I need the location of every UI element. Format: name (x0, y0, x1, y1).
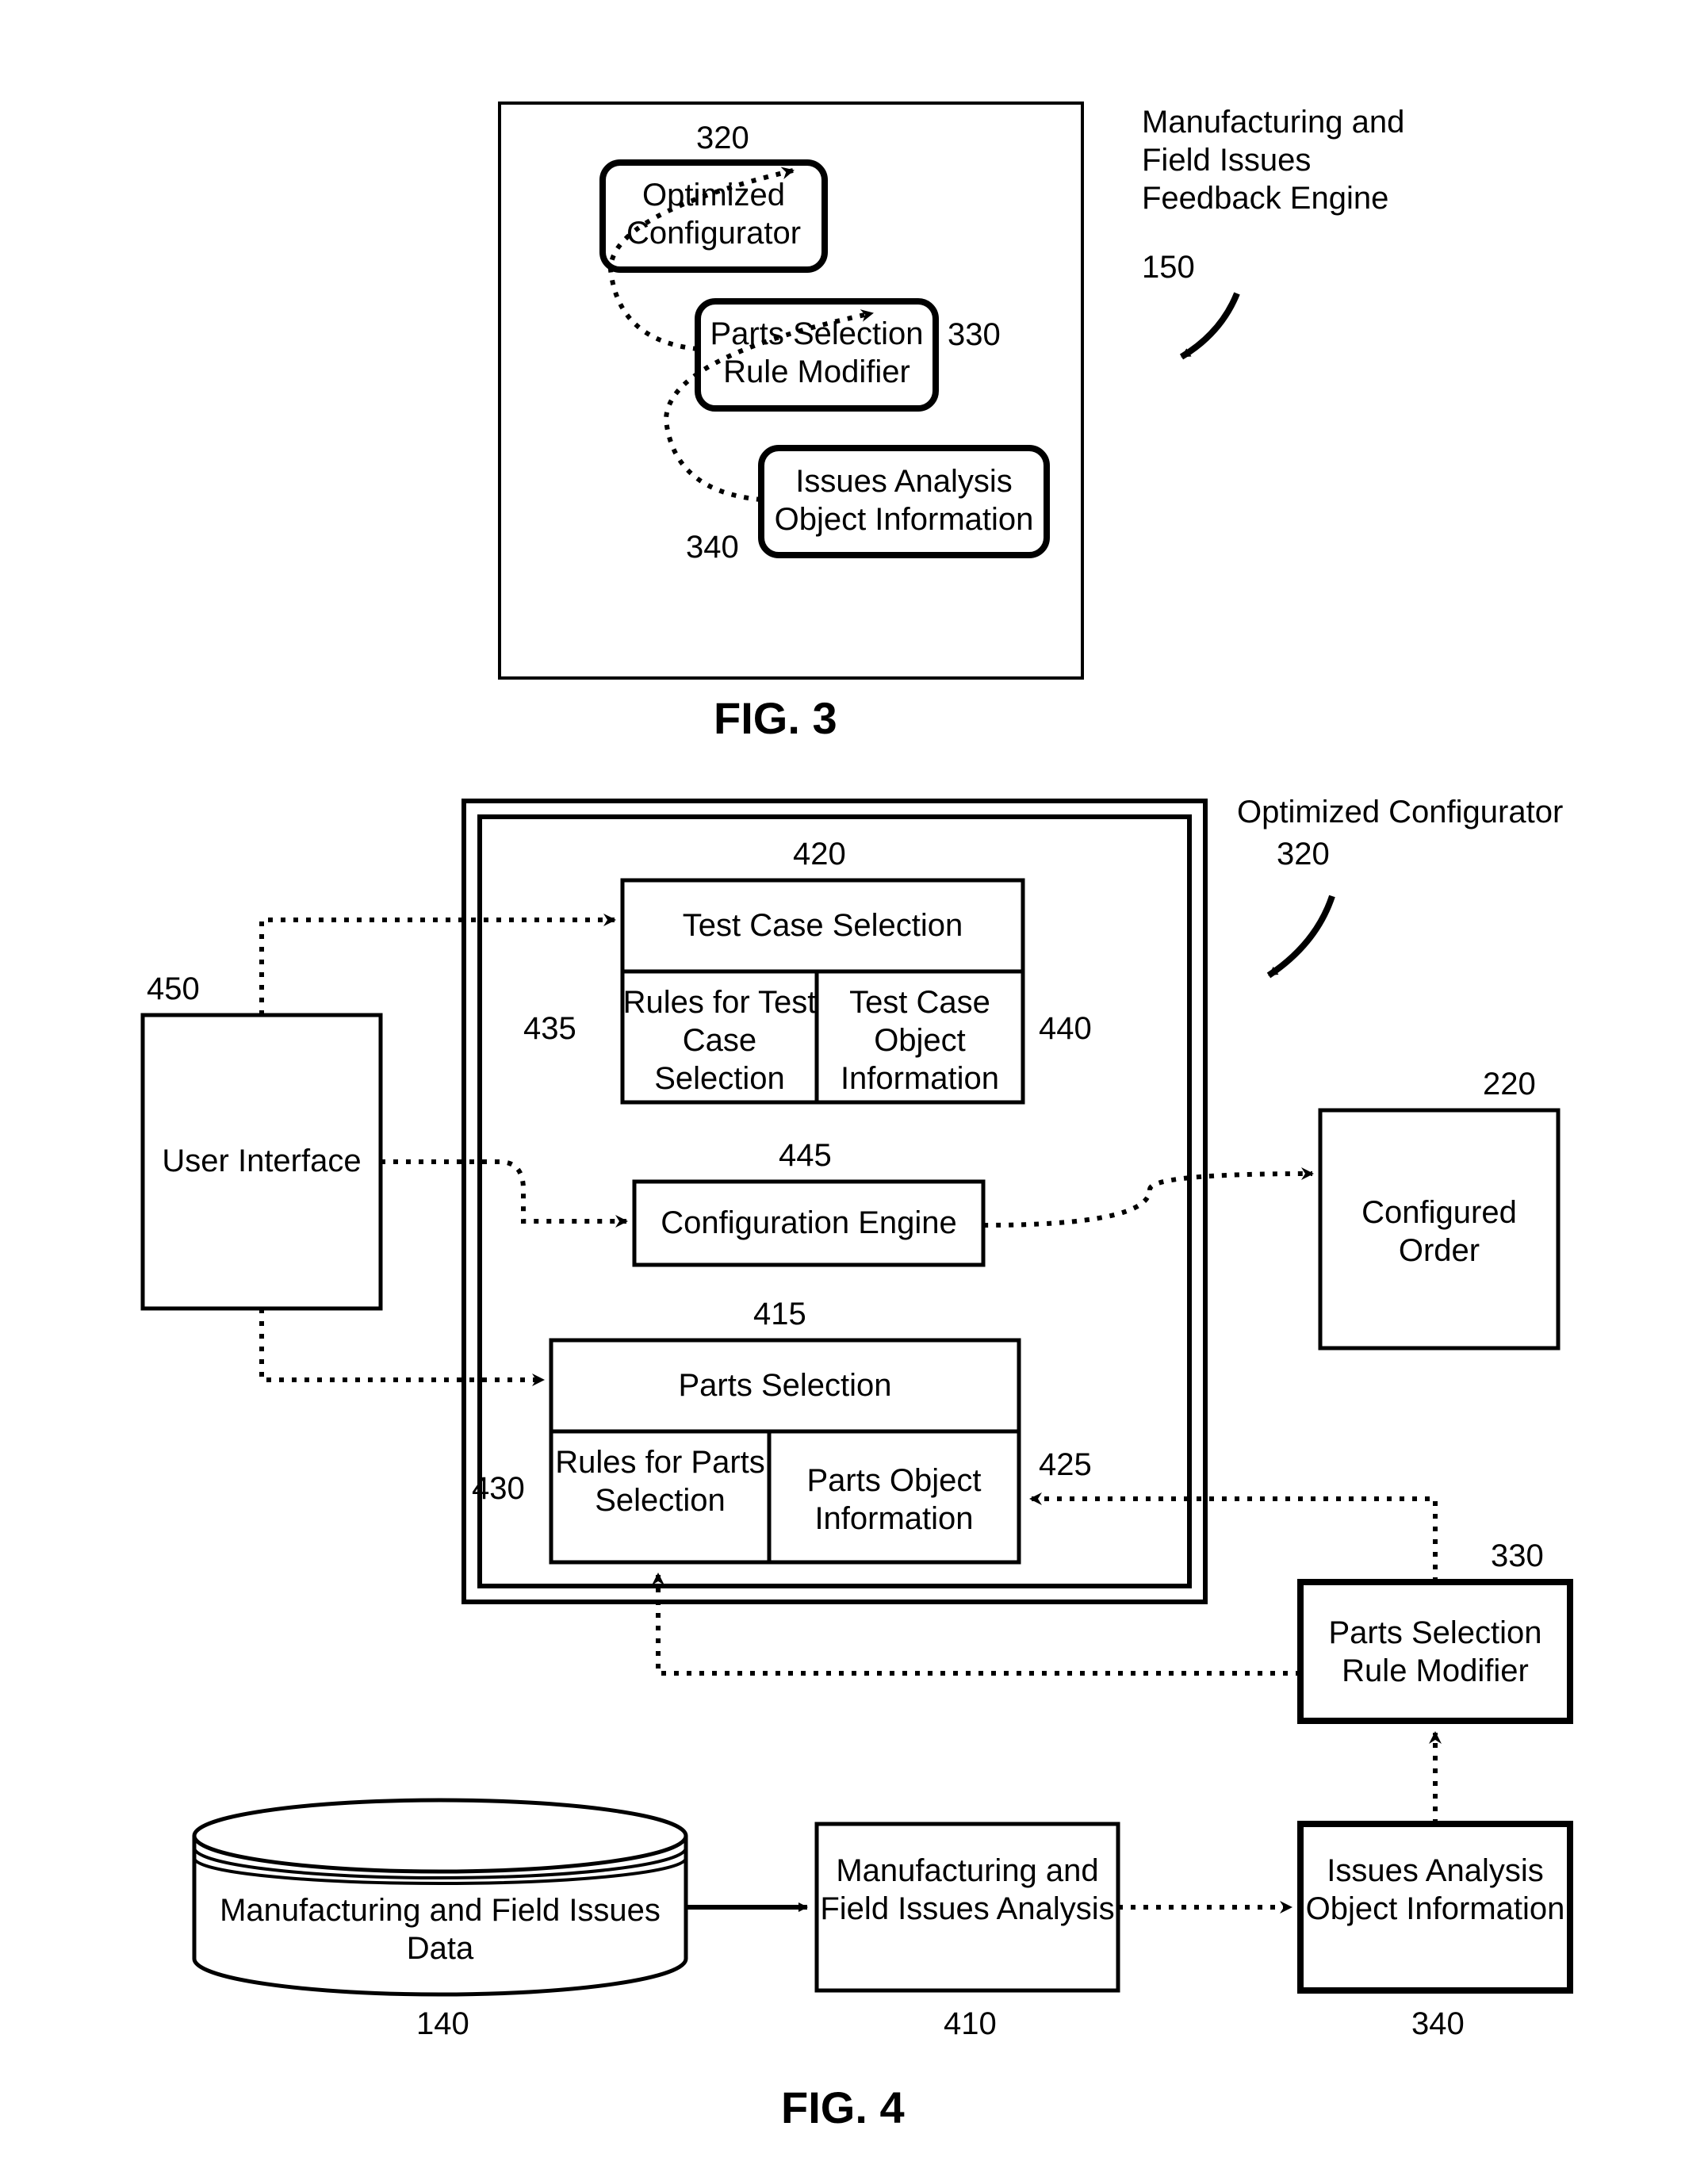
label-320-4: 320 (1277, 837, 1330, 872)
label-340: 340 (686, 530, 739, 565)
box-optimized-configurator: Optimized Configurator (603, 176, 825, 252)
label-150: 150 (1142, 250, 1195, 285)
box-psrm-4: Parts Selection Rule Modifier (1300, 1614, 1570, 1690)
box-user-interface: User Interface (143, 1142, 381, 1180)
fig3-title: FIG. 3 (714, 692, 837, 744)
label-450: 450 (147, 971, 200, 1007)
label-340-4: 340 (1411, 2006, 1465, 2042)
box-test-case-obj: Test Case Object Information (817, 983, 1023, 1098)
label-optimized-configurator-4: Optimized Configurator (1237, 793, 1570, 831)
fig4-title: FIG. 4 (781, 2082, 905, 2133)
label-feedback-engine: Manufacturing and Field Issues Feedback … (1142, 103, 1419, 217)
box-mfia: Manufacturing and Field Issues Analysis (817, 1852, 1118, 1928)
box-rules-parts: Rules for Parts Selection (551, 1443, 769, 1519)
box-issues-analysis-object-info: Issues Analysis Object Information (761, 462, 1047, 538)
label-330: 330 (948, 317, 1001, 353)
label-430: 430 (472, 1471, 525, 1507)
box-config-engine: Configuration Engine (634, 1204, 983, 1242)
label-320: 320 (696, 121, 749, 156)
label-415: 415 (753, 1297, 806, 1332)
label-445: 445 (779, 1138, 832, 1174)
box-rules-test-case: Rules for Test Case Selection (622, 983, 817, 1098)
label-425: 425 (1039, 1447, 1092, 1483)
box-configured-order: Configured Order (1320, 1193, 1558, 1270)
label-435: 435 (523, 1011, 576, 1047)
box-iaoi-4: Issues Analysis Object Information (1300, 1852, 1570, 1928)
db-label: Manufacturing and Field Issues Data (194, 1891, 686, 1967)
box-parts-selection-rule-modifier: Parts Selection Rule Modifier (698, 315, 936, 391)
box-parts-selection: Parts Selection (551, 1366, 1019, 1404)
label-220: 220 (1483, 1067, 1536, 1102)
label-330-4: 330 (1491, 1538, 1544, 1574)
label-440: 440 (1039, 1011, 1092, 1047)
label-420: 420 (793, 837, 846, 872)
box-test-case-selection: Test Case Selection (622, 906, 1023, 944)
label-410: 410 (944, 2006, 997, 2042)
label-140: 140 (416, 2006, 469, 2042)
box-parts-obj: Parts Object Information (769, 1462, 1019, 1538)
